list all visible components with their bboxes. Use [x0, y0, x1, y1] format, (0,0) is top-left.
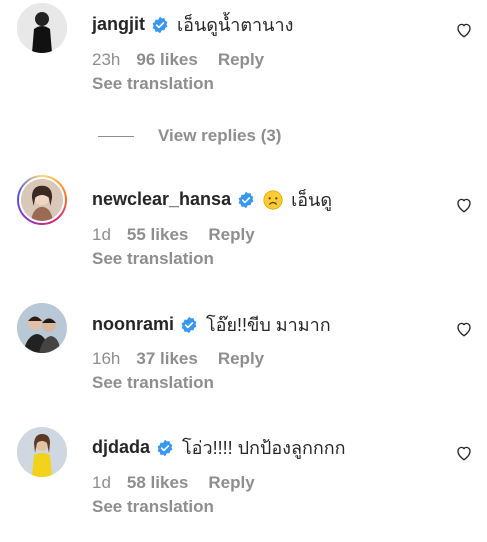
comment-text: โอ่ว!!!! ปกป้องลูกกกก [182, 438, 346, 458]
comment-meta: 16h 37 likes Reply [92, 349, 264, 369]
see-translation-button[interactable]: See translation [92, 497, 214, 517]
username[interactable]: newclear_hansa [92, 189, 231, 210]
comment-line: noonrami โอ๊ย!!ขีบ มามาก [92, 310, 331, 339]
user-photo-icon [17, 3, 67, 53]
likes-count[interactable]: 58 likes [127, 473, 188, 493]
timestamp[interactable]: 23h [92, 50, 120, 70]
verified-badge-icon [181, 316, 197, 333]
avatar[interactable] [17, 427, 67, 477]
timestamp[interactable]: 1d [92, 225, 111, 245]
reply-button[interactable]: Reply [208, 473, 254, 493]
see-translation-button[interactable]: See translation [92, 249, 214, 269]
see-translation-button[interactable]: See translation [92, 74, 214, 94]
username[interactable]: djdada [92, 437, 150, 458]
view-replies-button[interactable]: View replies (3) [98, 126, 281, 146]
comment-meta: 23h 96 likes Reply [92, 50, 264, 70]
comment-meta: 1d 58 likes Reply [92, 473, 255, 493]
comment-line: djdada โอ่ว!!!! ปกป้องลูกกกก [92, 433, 346, 462]
username[interactable]: jangjit [92, 14, 145, 35]
user-photo-icon [17, 427, 67, 477]
likes-count[interactable]: 96 likes [136, 50, 197, 70]
timestamp[interactable]: 16h [92, 349, 120, 369]
reply-button[interactable]: Reply [208, 225, 254, 245]
user-photo-icon [19, 177, 65, 223]
view-replies-label: View replies (3) [158, 126, 282, 145]
avatar[interactable] [17, 3, 67, 53]
reply-button[interactable]: Reply [218, 50, 264, 70]
likes-count[interactable]: 37 likes [136, 349, 197, 369]
comment-line: newclear_hansa เอ็นดู [92, 185, 332, 214]
user-photo-icon [17, 303, 67, 353]
username[interactable]: noonrami [92, 314, 174, 335]
comment-meta: 1d 55 likes Reply [92, 225, 255, 245]
divider-line [98, 135, 134, 137]
see-translation-button[interactable]: See translation [92, 373, 214, 393]
comment-line: jangjit เอ็นดูน้ำตานาง [92, 10, 293, 39]
like-heart-icon[interactable] [455, 196, 473, 214]
reply-button[interactable]: Reply [218, 349, 264, 369]
likes-count[interactable]: 55 likes [127, 225, 188, 245]
verified-badge-icon [152, 16, 168, 33]
comment-text: เอ็นดู [291, 190, 333, 210]
crying-face-icon [263, 189, 283, 210]
timestamp[interactable]: 1d [92, 473, 111, 493]
comment-text: โอ๊ย!!ขีบ มามาก [206, 315, 331, 335]
verified-badge-icon [157, 439, 173, 456]
like-heart-icon[interactable] [455, 444, 473, 462]
comment-text: เอ็นดูน้ำตานาง [177, 15, 294, 35]
avatar[interactable] [17, 303, 67, 353]
like-heart-icon[interactable] [455, 320, 473, 338]
like-heart-icon[interactable] [455, 21, 473, 39]
avatar[interactable] [17, 175, 67, 225]
verified-badge-icon [238, 191, 254, 208]
